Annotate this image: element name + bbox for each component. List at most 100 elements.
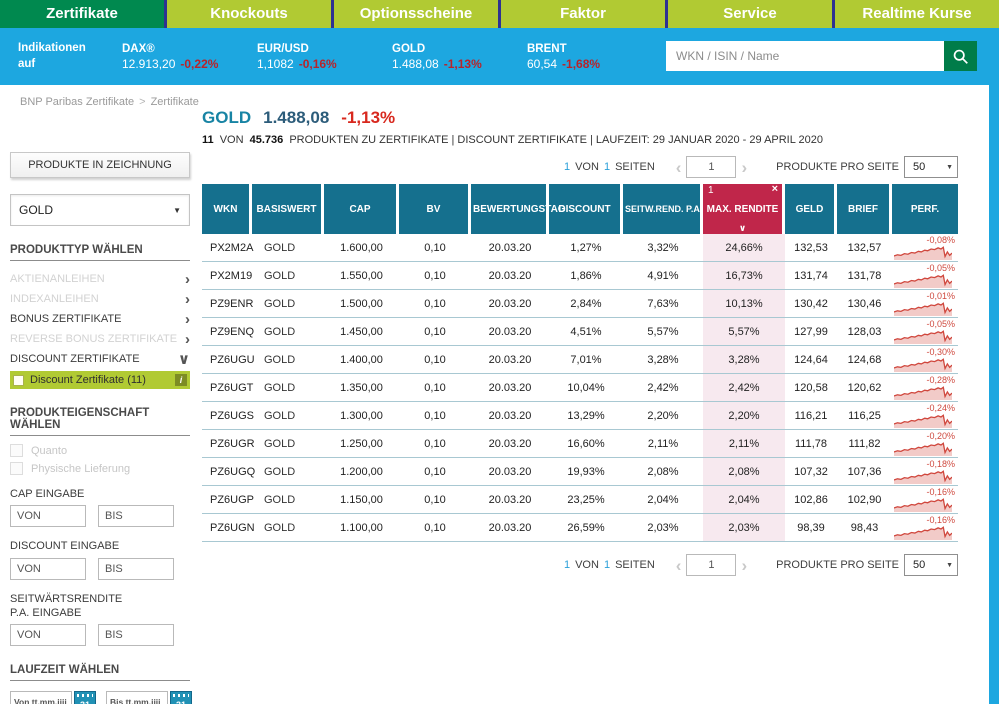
product-type-indexanleihen: INDEXANLEIHEN›: [10, 289, 190, 309]
cap-bis-input[interactable]: [98, 505, 174, 527]
cell-wkn[interactable]: PZ6UGS: [202, 402, 252, 430]
perf-cell: -0,18%: [892, 458, 958, 486]
underlying-select[interactable]: GOLD ▼: [10, 194, 190, 226]
cell-wkn[interactable]: PZ6UGU: [202, 346, 252, 374]
next-page-button[interactable]: ›: [741, 557, 747, 574]
checkbox-icon: [10, 462, 23, 475]
ticker-quote-dax[interactable]: DAX®12.913,20-0,22%: [122, 43, 257, 71]
cell-brief: 132,57: [837, 234, 892, 262]
cell-basiswert: GOLD: [252, 514, 324, 542]
table-row[interactable]: PZ6UGPGOLD1.150,000,1020.03.2023,25%2,04…: [202, 486, 958, 514]
search-button[interactable]: [944, 41, 977, 71]
cell-wkn[interactable]: PZ9ENR: [202, 290, 252, 318]
seitwaertsrendite-bis-input[interactable]: [98, 624, 174, 646]
discount-bis-input[interactable]: [98, 558, 174, 580]
table-row[interactable]: PZ9ENQGOLD1.450,000,1020.03.204,51%5,57%…: [202, 318, 958, 346]
active-filter-discount[interactable]: Discount Zertifikate (11) i: [10, 371, 190, 389]
cell-brief: 116,25: [837, 402, 892, 430]
per-page-select[interactable]: 50▼: [904, 156, 958, 178]
column-header-brief[interactable]: BRIEF: [837, 184, 892, 234]
cell-wkn[interactable]: PX2M19: [202, 262, 252, 290]
checkbox-icon[interactable]: [13, 375, 24, 386]
cap-von-input[interactable]: [10, 505, 86, 527]
column-header-basiswert[interactable]: BASISWERT: [252, 184, 324, 234]
tab-knockouts[interactable]: Knockouts: [167, 0, 331, 28]
cell-wkn[interactable]: PZ6UGT: [202, 374, 252, 402]
breadcrumb-item[interactable]: BNP Paribas Zertifikate: [20, 96, 134, 108]
perf-cell: -0,05%: [892, 318, 958, 346]
column-header-discount[interactable]: DISCOUNT: [549, 184, 623, 234]
cell-wkn[interactable]: PZ9ENQ: [202, 318, 252, 346]
column-header-btag[interactable]: BEWERTUNGSTAG: [471, 184, 549, 234]
column-header-maxr[interactable]: 1×MAX. RENDITE∨: [703, 184, 785, 234]
calendar-icon[interactable]: 31: [170, 691, 192, 704]
seitwaertsrendite-von-input[interactable]: [10, 624, 86, 646]
products-in-subscription-button[interactable]: PRODUKTE IN ZEICHNUNG: [10, 152, 190, 178]
cell-wkn[interactable]: PZ6UGN: [202, 514, 252, 542]
table-row[interactable]: PZ6UGRGOLD1.250,000,1020.03.2016,60%2,11…: [202, 430, 958, 458]
tab-faktor[interactable]: Faktor: [501, 0, 665, 28]
quote-name: DAX®: [122, 43, 257, 55]
next-page-button[interactable]: ›: [741, 159, 747, 176]
table-row[interactable]: PZ6UGTGOLD1.350,000,1020.03.2010,04%2,42…: [202, 374, 958, 402]
tab-realtime-kurse[interactable]: Realtime Kurse: [835, 0, 999, 28]
discount-von-input[interactable]: [10, 558, 86, 580]
cell-basiswert: GOLD: [252, 262, 324, 290]
cell-wkn[interactable]: PZ6UGQ: [202, 458, 252, 486]
perf-change: -0,24%: [926, 403, 955, 413]
chevron-down-icon: ∨: [178, 352, 190, 367]
perf-change: -0,16%: [926, 487, 955, 497]
cell-discount: 2,84%: [549, 290, 623, 318]
cell-wkn[interactable]: PZ6UGP: [202, 486, 252, 514]
calendar-icon[interactable]: 31: [74, 691, 96, 704]
cell-bv: 0,10: [399, 514, 471, 542]
tab-zertifikate[interactable]: Zertifikate: [0, 0, 164, 28]
ticker-quote-brent[interactable]: BRENT60,54-1,68%: [527, 43, 662, 71]
table-row[interactable]: PX2M19GOLD1.550,000,1020.03.201,86%4,91%…: [202, 262, 958, 290]
cell-basiswert: GOLD: [252, 346, 324, 374]
close-icon[interactable]: ×: [772, 183, 778, 195]
cell-wkn[interactable]: PX2M2A: [202, 234, 252, 262]
product-type-bonus-zertifikate[interactable]: BONUS ZERTIFIKATE›: [10, 309, 190, 329]
column-header-perf[interactable]: PERF.: [892, 184, 958, 234]
info-icon[interactable]: i: [175, 374, 187, 386]
caret-down-icon: ▼: [946, 562, 953, 569]
property-option-quanto: Quanto: [10, 444, 190, 457]
cell-discount: 16,60%: [549, 430, 623, 458]
laufzeit-von-date-input[interactable]: [10, 691, 72, 704]
laufzeit-bis-date-input[interactable]: [106, 691, 168, 704]
page-number-input[interactable]: [686, 554, 736, 576]
previous-page-button[interactable]: ‹: [676, 159, 682, 176]
ticker-quote-eur-usd[interactable]: EUR/USD1,1082-0,16%: [257, 43, 392, 71]
table-row[interactable]: PZ6UGUGOLD1.400,000,1020.03.207,01%3,28%…: [202, 346, 958, 374]
sparkline-chart: [894, 497, 952, 512]
column-header-wkn[interactable]: WKN: [202, 184, 252, 234]
cell-maxr: 2,08%: [703, 458, 785, 486]
table-row[interactable]: PZ6UGNGOLD1.100,000,1020.03.2026,59%2,03…: [202, 514, 958, 542]
column-header-cap[interactable]: CAP: [324, 184, 399, 234]
column-header-geld[interactable]: GELD: [785, 184, 837, 234]
cell-wkn[interactable]: PZ6UGR: [202, 430, 252, 458]
property-option-label: Physische Lieferung: [31, 463, 130, 475]
sparkline-chart: [894, 413, 952, 428]
product-type-discount-zertifikate[interactable]: DISCOUNT ZERTIFIKATE∨: [10, 349, 190, 369]
table-row[interactable]: PZ6UGSGOLD1.300,000,1020.03.2013,29%2,20…: [202, 402, 958, 430]
table-row[interactable]: PX2M2AGOLD1.600,000,1020.03.201,27%3,32%…: [202, 234, 958, 262]
cell-brief: 124,68: [837, 346, 892, 374]
page-number-input[interactable]: [686, 156, 736, 178]
column-header-seitw[interactable]: SEITW.REND. P.A.: [623, 184, 703, 234]
ticker-quote-gold[interactable]: GOLD1.488,08-1,13%: [392, 43, 527, 71]
table-row[interactable]: PZ9ENRGOLD1.500,000,1020.03.202,84%7,63%…: [202, 290, 958, 318]
column-header-bv[interactable]: BV: [399, 184, 471, 234]
search-input[interactable]: [666, 41, 944, 71]
cell-discount: 13,29%: [549, 402, 623, 430]
tab-service[interactable]: Service: [668, 0, 832, 28]
table-row[interactable]: PZ6UGQGOLD1.200,000,1020.03.2019,93%2,08…: [202, 458, 958, 486]
previous-page-button[interactable]: ‹: [676, 557, 682, 574]
active-filter-label: Discount Zertifikate (11): [30, 374, 169, 386]
per-page-select[interactable]: 50▼: [904, 554, 958, 576]
discount-input-label: DISCOUNT EINGABE: [10, 539, 142, 553]
cell-bv: 0,10: [399, 458, 471, 486]
tab-optionsscheine[interactable]: Optionsscheine: [334, 0, 498, 28]
cell-brief: 120,62: [837, 374, 892, 402]
